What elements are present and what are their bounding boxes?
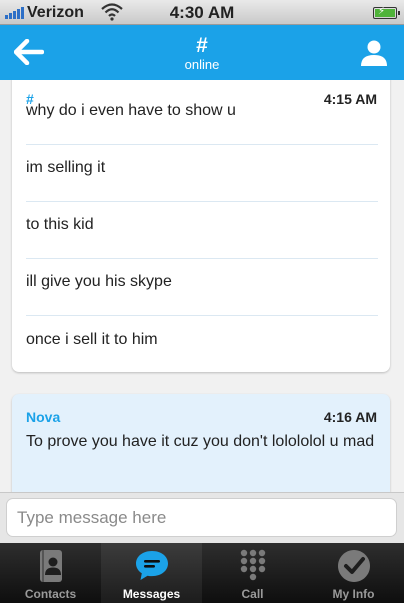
message-text: im selling it: [26, 159, 106, 176]
status-time: 4:30 AM: [169, 3, 235, 22]
message-text: ill give you his skype: [26, 273, 172, 290]
message-list[interactable]: # 4:15 AM why do i even have to show u i…: [0, 80, 404, 492]
messages-icon: [135, 551, 168, 580]
tab-label: Call: [241, 587, 264, 601]
tab-call[interactable]: Call: [202, 543, 303, 603]
message-item[interactable]: once i sell it to him: [26, 316, 378, 373]
battery-icon: ⚡: [373, 6, 400, 19]
profile-icon[interactable]: [360, 39, 388, 67]
status-bar: Verizon 4:30 AM ⚡: [0, 0, 404, 25]
tab-my-info[interactable]: My Info: [303, 543, 404, 603]
dialpad-icon: [240, 549, 265, 581]
tab-bar: Contacts Messages Call My Info: [0, 543, 404, 603]
chat-header: # online: [0, 25, 404, 80]
sender-name: Nova: [26, 409, 61, 425]
message-group-header: Nova 4:16 AM: [26, 409, 377, 425]
message-text: why do i even have to show u: [26, 102, 236, 119]
message-item[interactable]: ill give you his skype: [26, 259, 378, 316]
message-item[interactable]: to this kid: [26, 202, 378, 259]
presence-status: online: [184, 57, 220, 72]
message-time: 4:16 AM: [323, 409, 377, 425]
message-group: Nova 4:16 AM To prove you have it cuz yo…: [12, 394, 390, 492]
message-input[interactable]: [6, 498, 397, 537]
composer-bar: [0, 492, 404, 543]
tab-label: My Info: [332, 587, 375, 601]
chat-title: #: [196, 34, 208, 57]
message-group: # 4:15 AM why do i even have to show u i…: [12, 80, 390, 372]
message-text[interactable]: To prove you have it cuz you don't lolol…: [26, 429, 380, 454]
message-item[interactable]: im selling it: [26, 145, 378, 202]
chat-title-block: # online: [0, 35, 404, 72]
message-text: to this kid: [26, 216, 94, 233]
my-info-icon: [337, 550, 370, 582]
message-text: once i sell it to him: [26, 331, 158, 348]
tab-label: Messages: [122, 587, 181, 601]
tab-contacts[interactable]: Contacts: [0, 543, 101, 603]
tab-messages[interactable]: Messages: [101, 543, 202, 603]
tab-label: Contacts: [24, 587, 77, 601]
contacts-icon: [39, 550, 62, 582]
message-item[interactable]: why do i even have to show u: [26, 88, 378, 145]
